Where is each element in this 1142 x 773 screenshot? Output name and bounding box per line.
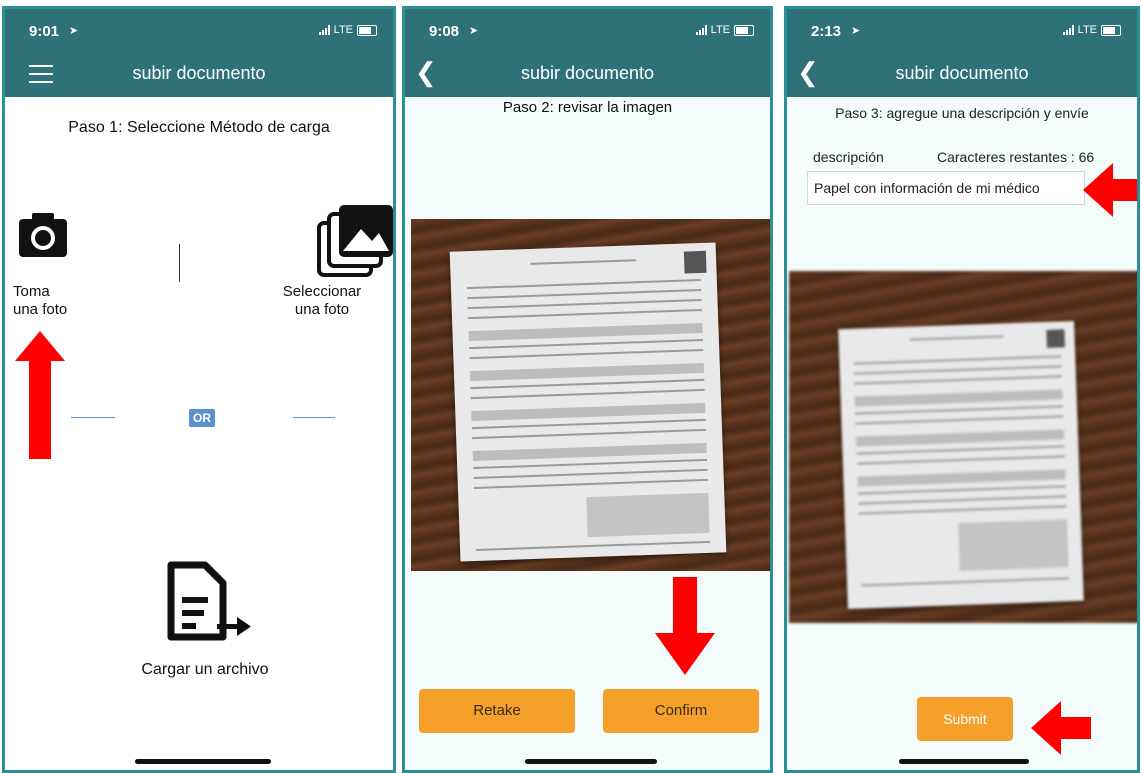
location-icon: ➤ [69,25,79,37]
phone-screen-step-3: 2:13 ➤ LTE ❮ subir documento Paso 3: agr… [784,6,1140,773]
signal-icon [695,25,707,35]
battery-icon [1101,24,1121,36]
app-header: ❮ subir documento [405,51,770,97]
take-photo-label-line1: Toma [13,283,50,300]
annotation-arrow-up [15,331,65,459]
home-indicator[interactable] [135,759,271,764]
phone-screen-step-1: 9:01 ➤ LTE subir documento Paso 1: Selec… [2,6,396,773]
battery-icon [734,24,754,36]
status-time: 9:01 [29,23,60,40]
page-title: subir documento [895,63,1029,83]
retake-button[interactable]: Retake [419,689,575,733]
or-line-left [71,417,115,418]
submit-button[interactable]: Submit [917,697,1013,741]
page-title: subir documento [132,63,266,83]
description-label: descripción [813,149,884,165]
or-line-right [293,417,335,418]
signal-icon [318,25,330,35]
app-header: ❮ subir documento [787,51,1137,97]
network-type: LTE [1077,24,1097,36]
status-bar: 2:13 ➤ LTE [787,9,1137,51]
confirm-button[interactable]: Confirm [603,689,759,733]
step-instruction: Paso 2: revisar la imagen [502,99,673,116]
phone-screen-step-2: 9:08 ➤ LTE ❮ subir documento Paso 2: rev… [402,6,773,773]
annotation-arrow-down [655,577,715,675]
gallery-icon [317,205,393,277]
take-photo-option[interactable]: Toma una foto [13,209,93,339]
signal-icon [1062,25,1074,35]
document-paper [838,320,1084,610]
battery-icon [357,24,377,36]
network-type: LTE [710,24,730,36]
page-title: subir documento [520,63,655,83]
captured-document-image [789,271,1137,623]
status-bar: 9:01 ➤ LTE [5,9,393,51]
description-input[interactable] [807,171,1085,205]
select-photo-label-line1: Seleccionar [282,283,362,300]
or-badge: OR [189,409,215,427]
step-instruction: Paso 1: Seleccione Método de carga [68,119,330,136]
status-time: 9:08 [429,23,460,40]
location-icon: ➤ [851,25,861,37]
home-indicator[interactable] [525,759,657,764]
camera-icon [19,213,67,257]
option-divider [179,244,180,282]
take-photo-label-line2: una foto [13,301,68,318]
annotation-arrow-left-input [1083,163,1137,217]
remaining-characters: Caracteres restantes : 66 [937,149,1095,165]
status-bar: 9:08 ➤ LTE [405,9,770,51]
file-upload-icon [167,561,251,641]
document-paper [449,242,727,562]
status-time: 2:13 [811,23,842,40]
app-header: subir documento [5,51,393,97]
upload-file-option[interactable]: Cargar un archivo [115,561,295,681]
select-photo-option[interactable]: Seleccionar una foto [267,205,393,335]
annotation-arrow-left-submit [1031,701,1091,755]
location-icon: ➤ [469,25,479,37]
select-photo-label-line2: una foto [294,301,350,318]
upload-file-label: Cargar un archivo [141,661,269,678]
home-indicator[interactable] [899,759,1029,764]
captured-document-image [411,219,770,571]
step-instruction: Paso 3: agregue una descripción y envíe [835,105,1089,121]
network-type: LTE [333,24,353,36]
